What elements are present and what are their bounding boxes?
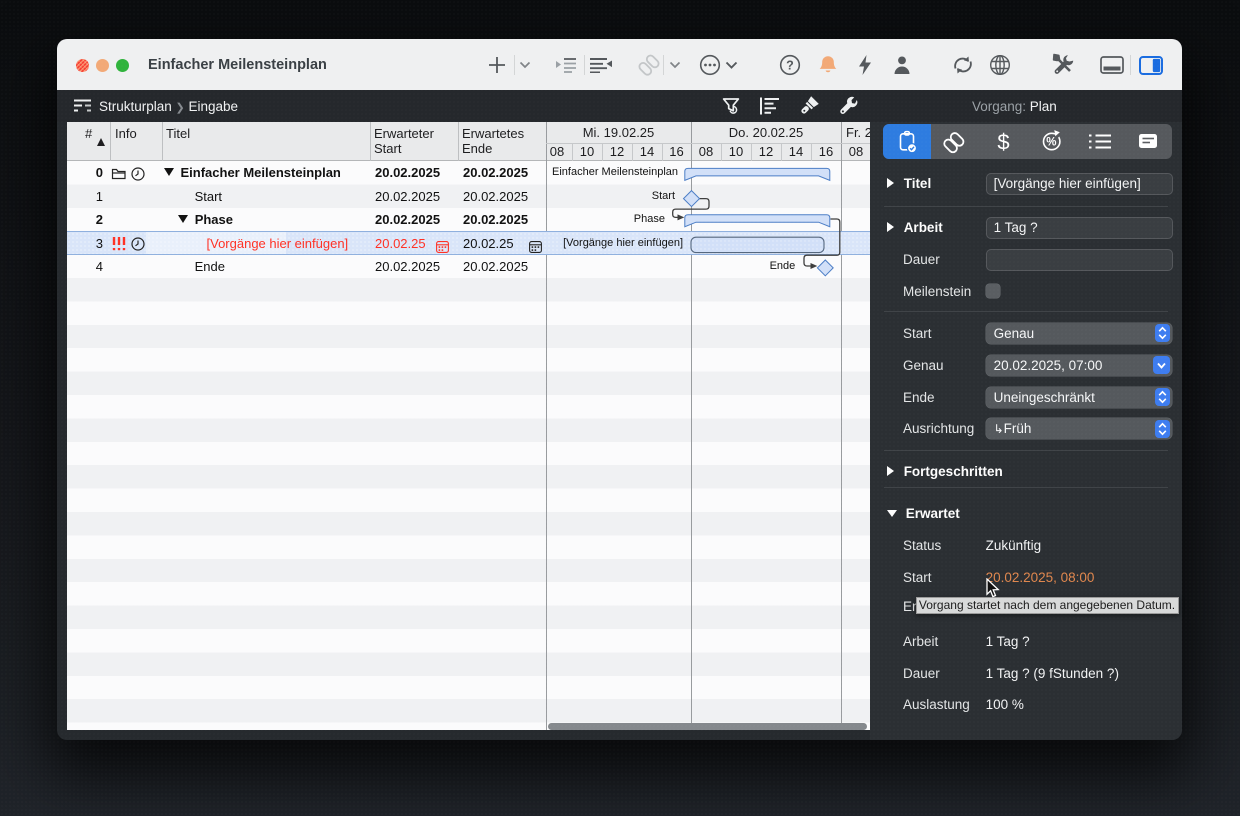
svg-text:%: % xyxy=(1046,137,1056,149)
svg-text:?: ? xyxy=(786,59,794,73)
svg-text:$: $ xyxy=(997,130,1009,155)
